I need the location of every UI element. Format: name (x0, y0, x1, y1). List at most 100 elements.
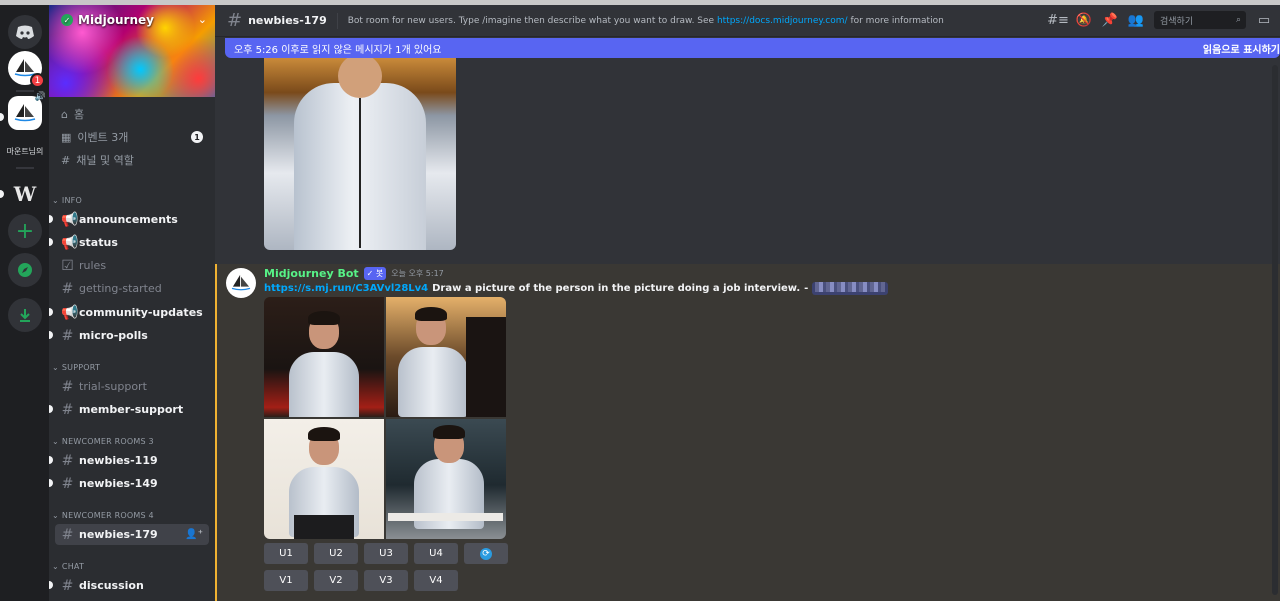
compass-icon (18, 263, 32, 277)
v4-button[interactable]: V4 (414, 570, 458, 591)
mark-as-read-button[interactable]: 읽음으로 표시하기 (1203, 41, 1280, 56)
member-list-icon[interactable]: 👥 (1128, 12, 1144, 28)
channel-newbies-149[interactable]: # newbies-149 (49, 473, 209, 494)
nav-channels-roles[interactable]: # 채널 및 역할 (57, 149, 209, 171)
add-user-icon[interactable]: 👤⁺ (185, 529, 203, 540)
channel-discussion[interactable]: # discussion (49, 575, 209, 596)
channel-topic[interactable]: Bot room for new users. Type /imagine th… (348, 16, 944, 26)
channel-micro-polls[interactable]: # micro-polls (49, 325, 209, 346)
previous-attachment-image[interactable] (264, 58, 456, 250)
chevron-down-icon: ⌄ (52, 562, 59, 571)
channel-rules[interactable]: ☑ rules (55, 255, 209, 276)
chevron-down-icon: ⌄ (52, 437, 59, 446)
category-info[interactable]: ⌄ INFO (52, 196, 82, 205)
grid-image-4[interactable] (386, 419, 506, 539)
u4-button[interactable]: U4 (414, 543, 458, 564)
unread-messages-bar[interactable]: 오후 5:26 이후로 읽지 않은 메시지가 1개 있어요 읽음으로 표시하기 (225, 38, 1280, 58)
server-folder-label[interactable]: 마운트님의 (3, 146, 47, 157)
add-server-button[interactable]: + (8, 214, 42, 248)
category-chat[interactable]: ⌄ CHAT (52, 562, 84, 571)
u2-button[interactable]: U2 (314, 543, 358, 564)
grid-image-2[interactable] (386, 297, 506, 417)
discord-icon (16, 25, 34, 39)
channel-newbies-119[interactable]: # newbies-119 (49, 450, 209, 471)
image-grid[interactable] (264, 297, 506, 539)
unread-dot (49, 405, 53, 413)
category-label: NEWCOMER ROOMS 3 (61, 437, 154, 446)
inbox-icon[interactable]: ▭ (1256, 12, 1272, 28)
figure-hair (308, 427, 340, 441)
download-apps-button[interactable] (8, 298, 42, 332)
message-author[interactable]: Midjourney Bot (264, 267, 359, 280)
category-support[interactable]: ⌄ SUPPORT (52, 363, 100, 372)
channel-member-support[interactable]: # member-support (49, 399, 209, 420)
channel-trial-support[interactable]: # trial-support (55, 376, 209, 397)
scrollbar[interactable] (1272, 65, 1278, 595)
channel-community-updates[interactable]: 📢 community-updates (49, 302, 209, 323)
unread-dot (49, 456, 53, 464)
user-mention[interactable] (812, 282, 889, 295)
selected-server-pill (0, 113, 4, 121)
search-placeholder: 검색하기 (1160, 16, 1194, 27)
channel-status[interactable]: 📢 status (49, 232, 209, 253)
bot-avatar[interactable] (226, 268, 256, 298)
channel-label: newbies-149 (79, 477, 158, 490)
nav-events-label: 이벤트 3개 (77, 131, 129, 144)
channel-title: newbies-179 (248, 14, 327, 27)
server-rail: 1 🔊 마운트님의 W + (0, 5, 49, 601)
v3-button[interactable]: V3 (364, 570, 408, 591)
chat-area: # newbies-179 Bot room for new users. Ty… (215, 5, 1280, 601)
hash-icon: # (61, 280, 74, 297)
message-content: https://s.mj.run/C3AVvl28Lv4 Draw a pict… (264, 282, 889, 295)
threads-icon[interactable]: #≡ (1047, 12, 1069, 28)
unread-dot (49, 331, 53, 339)
category-newcomer-4[interactable]: ⌄ NEWCOMER ROOMS 4 (52, 511, 154, 520)
nav-home[interactable]: ⌂ 홈 (57, 103, 209, 125)
prompt-link[interactable]: https://s.mj.run/C3AVvl28Lv4 (264, 283, 428, 294)
channel-newbies-179[interactable]: # newbies-179 👤⁺ (55, 524, 209, 545)
home-icon: ⌂ (61, 107, 68, 121)
hash-icon: # (61, 526, 74, 543)
category-newcomer-3[interactable]: ⌄ NEWCOMER ROOMS 3 (52, 437, 154, 446)
channel-announcements[interactable]: 📢 announcements (49, 209, 209, 230)
chevron-down-icon[interactable]: ⌄ (198, 13, 207, 26)
figure-body (398, 347, 468, 417)
sailboat-icon (231, 274, 251, 291)
server-icon-midjourney[interactable]: 1 (8, 51, 45, 88)
discord-window: 1 🔊 마운트님의 W + ✓ Midjourney ⌄ ⌂ 홈 ▦ 이벤트 3… (0, 0, 1280, 601)
mute-bell-icon[interactable]: 🔕 (1076, 12, 1092, 28)
channel-label: status (79, 236, 118, 249)
message-header: Midjourney Bot ✓ 봇 오늘 오후 5:17 (264, 267, 444, 280)
bot-tag: ✓ 봇 (363, 267, 387, 280)
rail-separator (16, 90, 34, 92)
verified-icon: ✓ (61, 14, 73, 26)
pin-icon[interactable]: 📌 (1102, 12, 1118, 28)
image-zipper (359, 98, 361, 248)
u1-button[interactable]: U1 (264, 543, 308, 564)
server-icon-selected[interactable]: 🔊 (8, 92, 46, 130)
figure-body (289, 352, 359, 417)
unread-bar-text: 오후 5:26 이후로 읽지 않은 메시지가 1개 있어요 (234, 44, 442, 56)
topic-text-end: for more information (847, 15, 944, 26)
figure-table (388, 513, 503, 521)
figure-hair (415, 307, 447, 321)
server-banner[interactable]: ✓ Midjourney ⌄ (49, 5, 215, 97)
hash-icon: # (61, 452, 74, 469)
reroll-button[interactable]: ⟳ (464, 543, 508, 564)
grid-image-1[interactable] (264, 297, 384, 417)
explore-servers-button[interactable] (8, 253, 42, 287)
topic-link[interactable]: https://docs.midjourney.com/ (717, 16, 848, 26)
server-icon-w[interactable]: W (8, 177, 42, 211)
channel-getting-started[interactable]: # getting-started (55, 278, 209, 299)
discord-home-button[interactable] (8, 15, 42, 49)
unread-badge: 1 (30, 73, 45, 88)
u3-button[interactable]: U3 (364, 543, 408, 564)
grid-image-3[interactable] (264, 419, 384, 539)
v1-button[interactable]: V1 (264, 570, 308, 591)
v2-button[interactable]: V2 (314, 570, 358, 591)
server-name[interactable]: ✓ Midjourney (61, 13, 154, 27)
events-count-badge: 1 (191, 131, 203, 143)
search-input[interactable]: 검색하기 ⌕ (1154, 11, 1246, 29)
nav-events[interactable]: ▦ 이벤트 3개 1 (57, 126, 209, 148)
hash-icon: # (61, 153, 71, 167)
